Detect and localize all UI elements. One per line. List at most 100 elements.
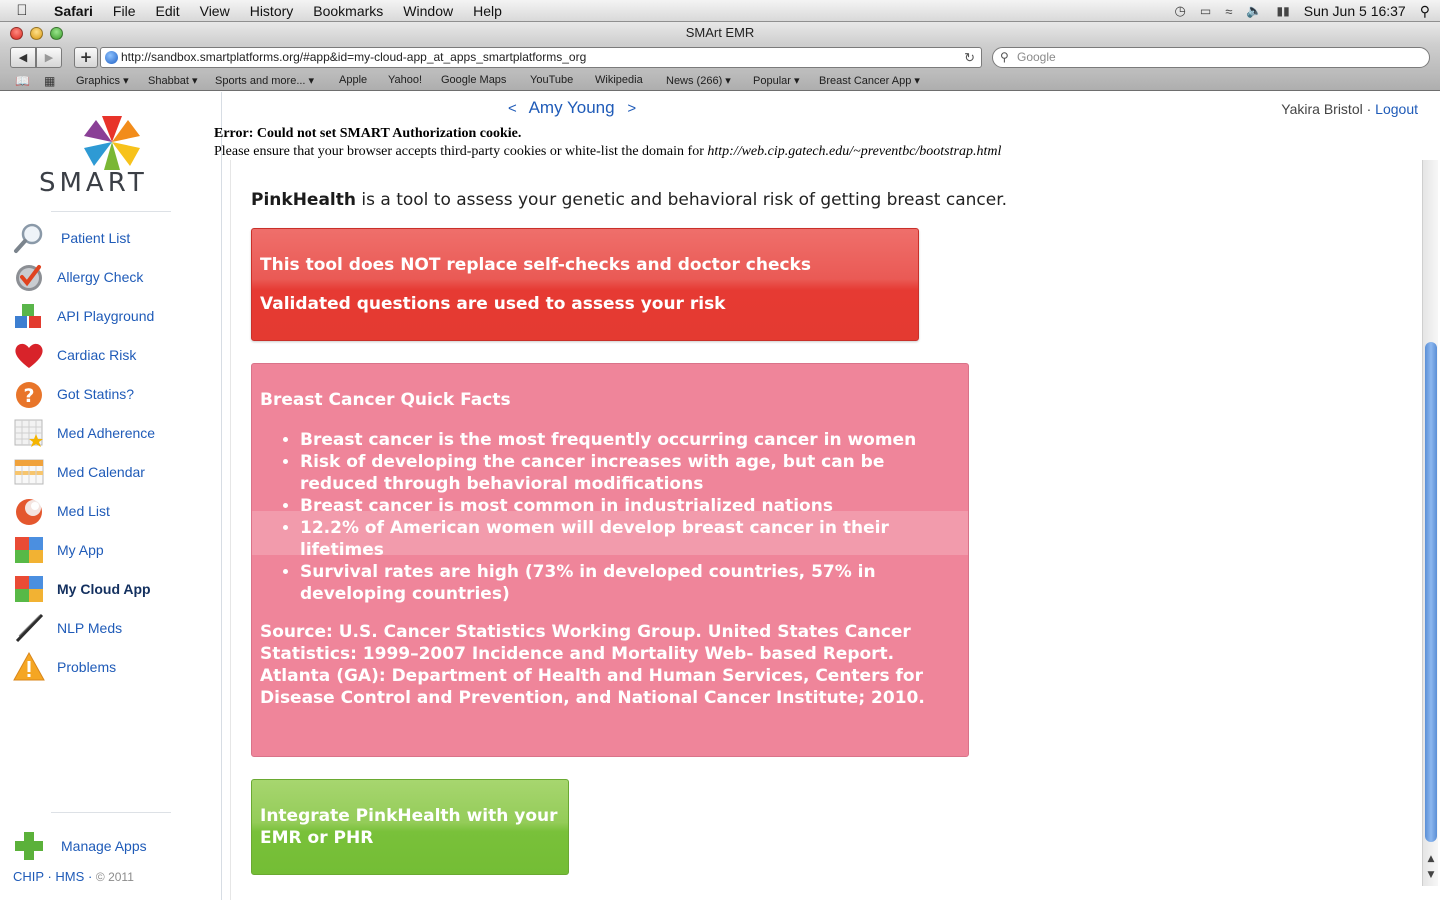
menu-view[interactable]: View — [190, 3, 240, 19]
time-machine-icon[interactable]: ◷ — [1175, 3, 1186, 19]
display-icon[interactable]: ▭ — [1200, 4, 1211, 18]
divider — [51, 211, 171, 212]
smart-logo-text: SMART — [39, 168, 148, 198]
bookmark-youtube[interactable]: YouTube — [530, 74, 573, 86]
search-field[interactable]: ⚲ Google — [992, 47, 1430, 68]
app-name: PinkHealth — [251, 190, 356, 210]
address-bar[interactable]: http://sandbox.smartplatforms.org/#app&i… — [100, 47, 982, 68]
calendar-icon — [14, 459, 44, 485]
bookmark-popular[interactable]: Popular ▾ — [753, 74, 800, 87]
next-patient-button[interactable]: > — [619, 100, 644, 117]
forward-button[interactable]: ▶ — [36, 47, 62, 68]
warning-line: Validated questions are used to assess y… — [260, 294, 726, 314]
magnifier-icon — [14, 223, 43, 253]
error-detail: Please ensure that your browser accepts … — [214, 143, 1001, 161]
sidebar-item-got-statins[interactable]: ? Got Statins? — [13, 377, 213, 411]
source-citation: Source: U.S. Cancer Statistics Working G… — [260, 622, 925, 708]
sidebar-item-api-playground[interactable]: API Playground — [13, 299, 213, 333]
facts-list: Breast cancer is the most frequently occ… — [300, 429, 960, 605]
menu-edit[interactable]: Edit — [145, 3, 189, 19]
back-button[interactable]: ◀ — [10, 47, 36, 68]
footer-separator: · — [47, 869, 52, 884]
sidebar-item-my-cloud-app[interactable]: My Cloud App — [13, 572, 213, 606]
sidebar: SMART Patient List Allergy Check API Pla… — [3, 92, 222, 900]
scroll-thumb[interactable] — [1425, 342, 1437, 842]
intro-description: is a tool to assess your genetic and beh… — [355, 190, 1008, 210]
sidebar-item-nlp-meds[interactable]: NLP Meds — [13, 611, 213, 645]
bookmark-news[interactable]: News (266) ▾ — [666, 74, 731, 87]
apple-menu-icon[interactable]:  — [0, 2, 44, 19]
question-icon: ? — [16, 382, 42, 408]
blocks-icon — [15, 304, 41, 328]
sidebar-item-med-list[interactable]: Med List — [13, 494, 213, 528]
orb-icon — [16, 499, 42, 525]
bookmark-sports[interactable]: Sports and more... ▾ — [215, 74, 314, 87]
close-window-icon[interactable] — [10, 27, 23, 40]
book-icon[interactable]: 📖 — [15, 74, 30, 88]
window-title: SMArt EMR — [685, 25, 755, 40]
browser-toolbar: ◀ ▶ + http://sandbox.smartplatforms.org/… — [0, 44, 1440, 71]
checkmark-icon — [16, 265, 42, 291]
sidebar-item-label: Cardiac Risk — [57, 347, 137, 363]
sidebar-item-med-calendar[interactable]: Med Calendar — [13, 455, 213, 489]
sidebar-item-problems[interactable]: Problems — [13, 650, 213, 684]
add-bookmark-button[interactable]: + — [74, 47, 98, 68]
sidebar-item-cardiac-risk[interactable]: Cardiac Risk — [13, 338, 213, 372]
menu-history[interactable]: History — [240, 3, 304, 19]
manage-apps-button[interactable]: Manage Apps — [13, 829, 213, 863]
list-item: Breast cancer is most common in industri… — [300, 495, 960, 517]
menu-file[interactable]: File — [103, 3, 146, 19]
error-title: Error: Could not set SMART Authorization… — [214, 126, 522, 141]
patient-name[interactable]: Amy Young — [529, 98, 615, 117]
reload-icon[interactable]: ↻ — [964, 48, 975, 67]
sidebar-item-label: Med Adherence — [57, 425, 156, 441]
menu-window[interactable]: Window — [393, 3, 463, 19]
list-item: Risk of developing the cancer increases … — [300, 451, 960, 495]
volume-icon[interactable]: 🔈 — [1246, 3, 1262, 19]
scroll-down-icon[interactable]: ▼ — [1423, 870, 1439, 886]
sidebar-item-allergy-check[interactable]: Allergy Check — [13, 260, 213, 294]
sidebar-item-label: NLP Meds — [57, 620, 123, 636]
menu-bookmarks[interactable]: Bookmarks — [303, 3, 393, 19]
logout-link[interactable]: Logout — [1375, 101, 1418, 117]
app-frame: PinkHealth is a tool to assess your gene… — [230, 160, 1420, 900]
menu-help[interactable]: Help — [463, 3, 512, 19]
bookmark-wikipedia[interactable]: Wikipedia — [595, 74, 643, 86]
sidebar-item-my-app[interactable]: My App — [13, 533, 213, 567]
scroll-up-icon[interactable]: ▲ — [1423, 854, 1439, 870]
bookmark-breast-cancer-app[interactable]: Breast Cancer App ▾ — [819, 74, 920, 87]
sidebar-footer: CHIP · HMS · © 2011 — [13, 869, 134, 884]
bookmark-shabbat[interactable]: Shabbat ▾ — [148, 74, 198, 87]
grid-icon[interactable]: ▦ — [44, 74, 58, 88]
bookmark-google-maps[interactable]: Google Maps — [441, 74, 506, 86]
sidebar-item-med-adherence[interactable]: Med Adherence — [13, 416, 213, 450]
error-text: Please ensure that your browser accepts … — [214, 144, 704, 159]
wifi-icon[interactable]: ≈ — [1225, 4, 1232, 19]
battery-icon[interactable]: ▮▮ — [1277, 4, 1290, 18]
sidebar-item-label: API Playground — [57, 308, 155, 324]
bookmark-yahoo[interactable]: Yahoo! — [388, 74, 422, 86]
bookmark-apple[interactable]: Apple — [339, 74, 367, 86]
zoom-window-icon[interactable] — [50, 27, 63, 40]
chip-link[interactable]: CHIP — [13, 869, 44, 884]
previous-patient-button[interactable]: < — [500, 100, 525, 117]
spotlight-icon[interactable]: ⚲ — [1420, 3, 1430, 20]
sidebar-item-label: Med List — [57, 503, 110, 519]
clock[interactable]: Sun Jun 5 16:37 — [1304, 3, 1406, 19]
tiles-icon — [15, 537, 43, 563]
copyright: © 2011 — [95, 870, 134, 884]
quick-facts-card: Breast Cancer Quick Facts Breast cancer … — [251, 363, 969, 757]
sidebar-item-patient-list[interactable]: Patient List — [13, 221, 213, 255]
warning-icon — [13, 651, 45, 681]
hms-link[interactable]: HMS — [55, 869, 84, 884]
sidebar-item-label: Allergy Check — [57, 269, 144, 285]
user-bar-separator: · — [1366, 101, 1372, 117]
page-scrollbar[interactable]: ▲ ▼ — [1422, 160, 1438, 886]
menu-app-safari[interactable]: Safari — [44, 3, 103, 19]
warning-line: This tool does NOT replace self-checks a… — [260, 255, 811, 275]
pen-icon — [15, 613, 44, 643]
search-placeholder: Google — [1017, 50, 1056, 64]
bookmark-graphics[interactable]: Graphics ▾ — [76, 74, 129, 87]
integrate-button[interactable]: Integrate PinkHealth with your EMR or PH… — [251, 779, 569, 875]
minimize-window-icon[interactable] — [30, 27, 43, 40]
